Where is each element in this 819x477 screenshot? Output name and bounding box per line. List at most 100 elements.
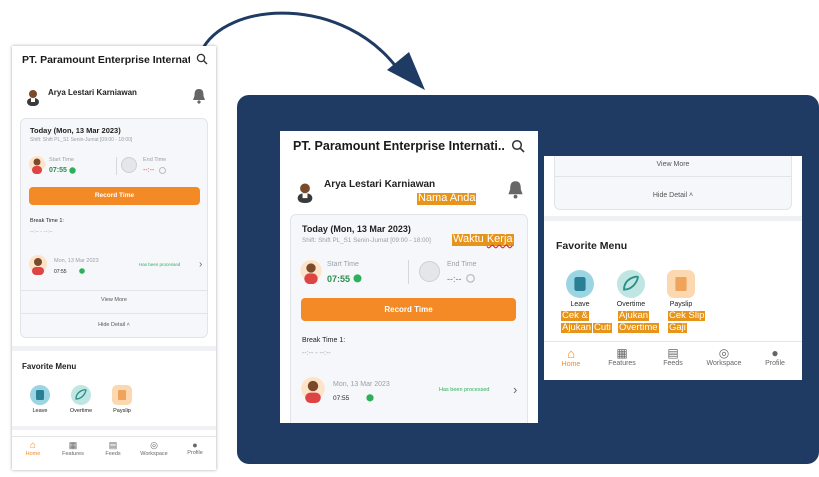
home-icon: ⌂ — [29, 440, 37, 451]
favorite-label: Leave — [32, 408, 48, 414]
history-date: Mon, 13 Mar 2023 — [333, 381, 390, 388]
bell-icon[interactable] — [192, 88, 206, 104]
start-avatar — [300, 260, 322, 284]
avatar[interactable] — [24, 88, 42, 106]
start-time-label: Start Time — [327, 261, 359, 268]
overtime-icon[interactable] — [617, 270, 645, 298]
start-avatar — [29, 156, 45, 174]
location-pin-icon — [69, 167, 76, 174]
nav-profile[interactable]: ● Profile — [756, 346, 794, 367]
location-pin-icon — [353, 274, 362, 283]
workspace-icon: ◎ — [718, 346, 730, 360]
section-separator — [12, 346, 216, 351]
profile-icon: ● — [192, 440, 198, 450]
section-separator — [12, 426, 216, 430]
leave-icon[interactable] — [30, 385, 50, 405]
history-avatar — [301, 377, 325, 403]
bottom-nav: ⌂ Home ▦ Features ▤ Feeds ◎ Workspace ● Profi… — [544, 341, 802, 380]
nav-features[interactable]: ▦ Features — [58, 440, 88, 457]
shift-info: Shift: Shift PL_S1 Senin-Jumat [09:00 - … — [302, 237, 431, 244]
attendance-card-bottom: View More Hide Detail ˄ — [554, 156, 792, 210]
favorite-title: Favorite Menu — [556, 240, 628, 252]
avatar[interactable] — [294, 181, 316, 203]
favorite-label: Leave — [570, 301, 590, 308]
break-value: --:-- - --:-- — [30, 229, 53, 235]
divider — [21, 313, 207, 314]
location-pin-icon — [159, 167, 166, 174]
user-name: Arya Lestari Karniawan — [324, 179, 436, 190]
search-icon[interactable] — [511, 139, 525, 153]
start-time-value: 07:55 — [327, 274, 351, 284]
end-avatar-placeholder — [121, 157, 137, 173]
hide-detail-link[interactable]: Hide Detail ˄ — [555, 192, 791, 199]
bottom-nav: ⌂ Home ▦ Features ▤ Feeds ◎ Workspace ● Profi… — [12, 436, 216, 470]
break-label: Break Time 1: — [30, 218, 64, 224]
annotation-shift: Waktu Kerja — [452, 233, 514, 246]
divider — [408, 260, 409, 284]
annotation-overtime-1: Ajukan — [618, 310, 650, 321]
start-time-value: 07:55 — [49, 167, 67, 174]
divider — [116, 157, 117, 175]
nav-profile[interactable]: ● Profile — [180, 440, 210, 456]
annotation-name: Nama Anda — [417, 192, 477, 205]
view-more-link[interactable]: View More — [21, 297, 207, 303]
profile-icon: ● — [771, 346, 779, 360]
annotation-payslip-1: Cek Slip — [668, 310, 706, 321]
end-time-label: End Time — [143, 157, 167, 163]
end-avatar-placeholder — [419, 261, 440, 282]
attendance-card: Today (Mon, 13 Mar 2023) Shift: Shift PL… — [290, 214, 528, 423]
divider — [21, 290, 207, 291]
middle-phone-screen: PT. Paramount Enterprise Internati... Ar… — [280, 131, 538, 423]
divider — [555, 176, 791, 177]
search-icon[interactable] — [196, 53, 208, 65]
company-name: PT. Paramount Enterprise Internati... — [22, 54, 190, 66]
hide-detail-label: Hide Detail — [652, 192, 688, 199]
history-avatar — [29, 255, 47, 275]
break-value: --:-- - --:-- — [302, 350, 331, 357]
grid-icon: ▦ — [68, 440, 78, 450]
date-title: Today (Mon, 13 Mar 2023) — [302, 224, 411, 234]
favorite-label: Payslip — [113, 408, 131, 414]
chevron-right-icon[interactable]: › — [199, 259, 202, 270]
nav-feeds[interactable]: ▤ Feeds — [98, 440, 128, 457]
hide-detail-link[interactable]: Hide Detail ˄ — [21, 322, 207, 328]
payslip-icon[interactable] — [667, 270, 695, 298]
chevron-right-icon[interactable]: › — [513, 382, 517, 397]
history-time: 07:55 — [54, 269, 67, 275]
user-name: Arya Lestari Karniawan — [48, 88, 137, 97]
nav-feeds[interactable]: ▤ Feeds — [654, 346, 692, 367]
view-more-link[interactable]: View More — [555, 161, 791, 168]
hide-detail-label: Hide Detail — [98, 322, 126, 328]
nav-features[interactable]: ▦ Features — [602, 346, 642, 367]
section-separator — [544, 216, 802, 221]
bell-icon[interactable] — [507, 180, 524, 199]
history-status: Has been processed — [439, 387, 490, 393]
favorite-label: Overtime — [69, 408, 93, 414]
nav-workspace[interactable]: ◎ Workspace — [702, 346, 746, 367]
nav-home[interactable]: ⌂ Home — [552, 346, 590, 368]
feeds-icon: ▤ — [667, 346, 679, 360]
leave-icon[interactable] — [566, 270, 594, 298]
record-time-button[interactable]: Record Time — [29, 187, 200, 205]
annotation-overtime-2: Overtime — [618, 322, 659, 333]
chevron-up-icon: ˄ — [689, 192, 694, 199]
record-time-button[interactable]: Record Time — [301, 298, 516, 321]
favorite-title: Favorite Menu — [22, 362, 77, 371]
payslip-icon[interactable] — [112, 385, 132, 405]
curved-arrow-icon — [199, 11, 425, 90]
date-title: Today (Mon, 13 Mar 2023) — [30, 126, 121, 135]
left-phone-screen: PT. Paramount Enterprise Internati... Ar… — [12, 46, 216, 470]
end-time-value: --:-- — [447, 274, 462, 284]
location-pin-icon — [366, 394, 374, 402]
overtime-icon[interactable] — [71, 385, 91, 405]
feeds-icon: ▤ — [108, 440, 118, 450]
home-icon: ⌂ — [567, 346, 575, 361]
location-pin-icon — [79, 268, 85, 274]
nav-home[interactable]: ⌂ Home — [18, 440, 48, 457]
annotation-leave-1: Cek & — [561, 310, 589, 321]
nav-workspace[interactable]: ◎ Workspace — [138, 440, 170, 457]
start-time-label: Start Time — [49, 157, 75, 163]
favorite-label: Overtime — [616, 301, 646, 308]
history-status: Has been processed — [139, 262, 181, 267]
end-time-value: --:-- — [143, 167, 155, 174]
